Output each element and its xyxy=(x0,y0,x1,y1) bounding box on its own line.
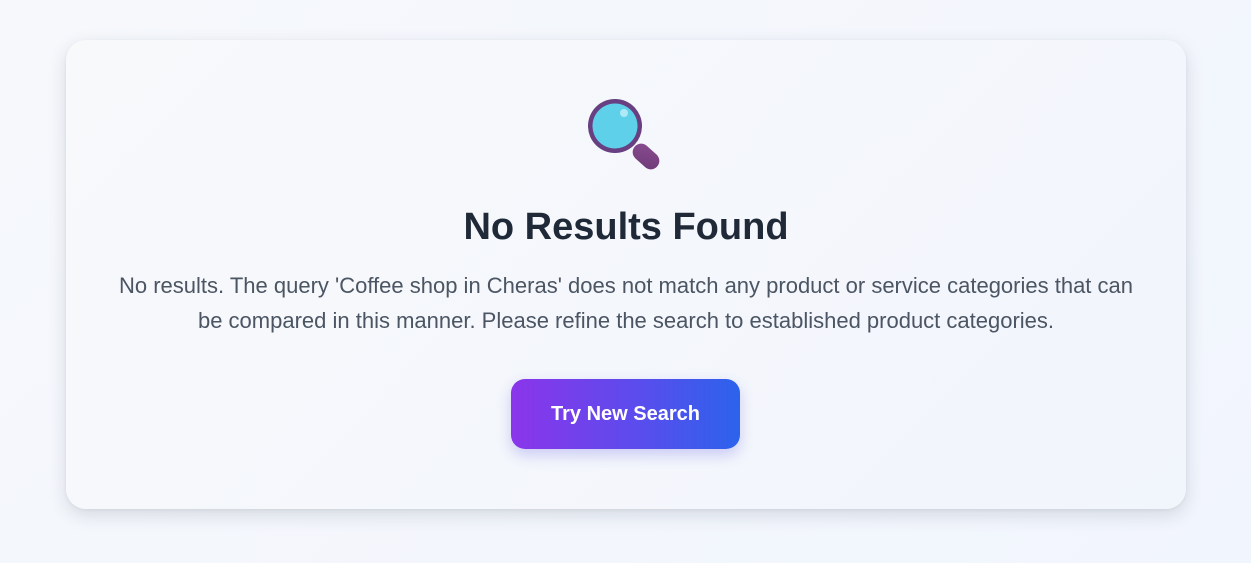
empty-state-title: No Results Found xyxy=(463,206,789,248)
try-new-search-button[interactable]: Try New Search xyxy=(511,379,740,449)
empty-state-message: No results. The query 'Coffee shop in Ch… xyxy=(118,273,1134,333)
magnifying-glass-icon xyxy=(585,96,665,176)
no-results-card: No Results Found No results. The query '… xyxy=(66,40,1186,509)
